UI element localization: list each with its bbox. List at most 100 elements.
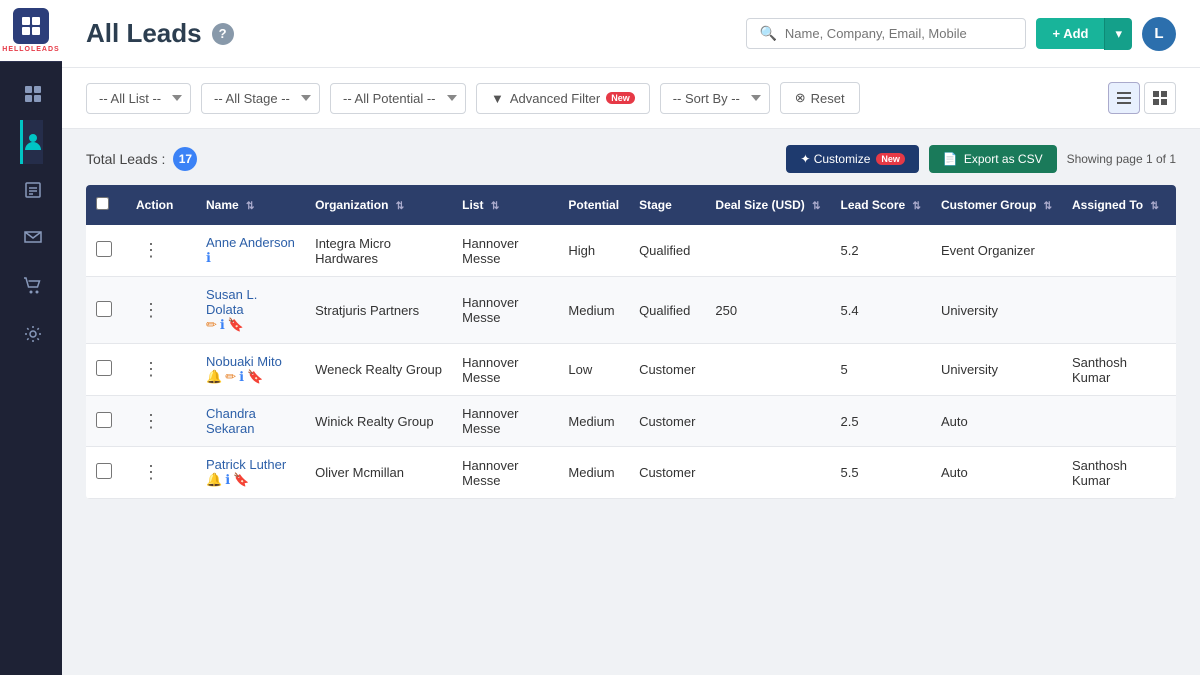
customize-button[interactable]: ✦ Customize New bbox=[786, 145, 919, 173]
row-customer-group: Auto bbox=[931, 447, 1062, 499]
row-customer-group: University bbox=[931, 277, 1062, 344]
row-list: Hannover Messe bbox=[452, 344, 558, 396]
row-stage: Qualified bbox=[629, 277, 705, 344]
search-input[interactable] bbox=[785, 26, 1014, 41]
row-checkbox-cell bbox=[86, 447, 126, 499]
help-icon[interactable]: ? bbox=[212, 23, 234, 45]
row-stage: Qualified bbox=[629, 225, 705, 277]
row-list: Hannover Messe bbox=[452, 396, 558, 447]
select-all-checkbox[interactable] bbox=[96, 197, 109, 210]
row-action-menu[interactable]: ⋮ bbox=[136, 357, 166, 382]
filters-bar: -- All List -- -- All Stage -- -- All Po… bbox=[62, 68, 1200, 129]
sort-by-filter[interactable]: -- Sort By -- bbox=[660, 83, 770, 114]
row-list: Hannover Messe bbox=[452, 277, 558, 344]
list-filter[interactable]: -- All List -- bbox=[86, 83, 191, 114]
table-body: ⋮ Anne Anderson ℹ Integra Micro Hardware… bbox=[86, 225, 1176, 499]
edit-icon: ✏ bbox=[225, 369, 236, 385]
row-lead-icons: 🔔✏ℹ🔖 bbox=[206, 369, 295, 385]
total-leads: Total Leads : 17 bbox=[86, 147, 197, 171]
table-row: ⋮ Susan L. Dolata ✏ℹ🔖 Stratjuris Partner… bbox=[86, 277, 1176, 344]
row-assigned-to: Santhosh Kumar bbox=[1062, 344, 1176, 396]
header-name[interactable]: Name ⇅ bbox=[196, 185, 305, 225]
info-icon: ℹ bbox=[239, 369, 244, 385]
header-lead-score[interactable]: Lead Score ⇅ bbox=[831, 185, 931, 225]
export-csv-button[interactable]: 📄 Export as CSV bbox=[929, 145, 1057, 173]
bell-icon: 🔔 bbox=[206, 472, 222, 488]
row-action-menu[interactable]: ⋮ bbox=[136, 460, 166, 485]
bookmark-icon: 🔖 bbox=[233, 472, 249, 488]
row-name[interactable]: Susan L. Dolata bbox=[206, 287, 295, 317]
search-icon: 🔍 bbox=[759, 25, 776, 42]
header-list[interactable]: List ⇅ bbox=[452, 185, 558, 225]
row-action-menu[interactable]: ⋮ bbox=[136, 298, 166, 323]
info-icon: ℹ bbox=[206, 250, 211, 266]
row-list: Hannover Messe bbox=[452, 225, 558, 277]
row-deal-size bbox=[705, 396, 830, 447]
row-name-cell: Nobuaki Mito 🔔✏ℹ🔖 bbox=[196, 344, 305, 396]
row-checkbox-cell bbox=[86, 396, 126, 447]
header-organization[interactable]: Organization ⇅ bbox=[305, 185, 452, 225]
row-potential: High bbox=[558, 225, 629, 277]
header-assigned-to[interactable]: Assigned To ⇅ bbox=[1062, 185, 1176, 225]
add-button[interactable]: + Add bbox=[1036, 18, 1104, 49]
stage-filter[interactable]: -- All Stage -- bbox=[201, 83, 320, 114]
row-deal-size bbox=[705, 447, 830, 499]
row-action-cell: ⋮ bbox=[126, 396, 196, 447]
row-action-menu[interactable]: ⋮ bbox=[136, 238, 166, 263]
row-checkbox[interactable] bbox=[96, 463, 112, 479]
header-deal-size[interactable]: Deal Size (USD) ⇅ bbox=[705, 185, 830, 225]
list-view-button[interactable] bbox=[1108, 82, 1140, 114]
row-checkbox[interactable] bbox=[96, 301, 112, 317]
header-left: All Leads ? bbox=[86, 18, 234, 49]
sidebar-item-leads[interactable] bbox=[20, 120, 43, 164]
table-row: ⋮ Anne Anderson ℹ Integra Micro Hardware… bbox=[86, 225, 1176, 277]
logo-text: HELLOLEADS bbox=[2, 46, 59, 53]
row-lead-score: 2.5 bbox=[831, 396, 931, 447]
bell-icon: 🔔 bbox=[206, 369, 222, 385]
header-right: 🔍 + Add ▾ L bbox=[746, 17, 1176, 51]
row-lead-icons: ℹ bbox=[206, 250, 295, 266]
grid-view-button[interactable] bbox=[1144, 82, 1176, 114]
sidebar-item-dashboard[interactable] bbox=[20, 72, 43, 116]
row-organization: Oliver Mcmillan bbox=[305, 447, 452, 499]
row-checkbox-cell bbox=[86, 225, 126, 277]
sidebar-item-cart[interactable] bbox=[20, 264, 43, 308]
sidebar-item-messages[interactable] bbox=[20, 216, 43, 260]
row-assigned-to bbox=[1062, 277, 1176, 344]
row-stage: Customer bbox=[629, 396, 705, 447]
header-action: Action bbox=[126, 185, 196, 225]
header-customer-group[interactable]: Customer Group ⇅ bbox=[931, 185, 1062, 225]
row-name-cell: Anne Anderson ℹ bbox=[196, 225, 305, 277]
row-deal-size bbox=[705, 225, 830, 277]
toolbar-right: ✦ Customize New 📄 Export as CSV Showing … bbox=[786, 145, 1176, 173]
row-checkbox[interactable] bbox=[96, 360, 112, 376]
add-button-dropdown[interactable]: ▾ bbox=[1104, 18, 1132, 50]
row-stage: Customer bbox=[629, 344, 705, 396]
table-row: ⋮ Nobuaki Mito 🔔✏ℹ🔖 Weneck Realty Group … bbox=[86, 344, 1176, 396]
logo-icon bbox=[13, 8, 49, 44]
table-header-row: Action Name ⇅ Organization ⇅ List ⇅ Pote… bbox=[86, 185, 1176, 225]
row-name[interactable]: Patrick Luther bbox=[206, 457, 295, 472]
row-checkbox[interactable] bbox=[96, 412, 112, 428]
row-deal-size: 250 bbox=[705, 277, 830, 344]
user-avatar[interactable]: L bbox=[1142, 17, 1176, 51]
sidebar-item-reports[interactable] bbox=[20, 168, 43, 212]
reset-button[interactable]: ⊗ Reset bbox=[780, 82, 860, 114]
row-name[interactable]: Anne Anderson bbox=[206, 235, 295, 250]
row-name[interactable]: Chandra Sekaran bbox=[206, 406, 295, 436]
table-toolbar: Total Leads : 17 ✦ Customize New 📄 Expor… bbox=[86, 145, 1176, 173]
sidebar-item-settings[interactable] bbox=[20, 312, 43, 356]
info-icon: ℹ bbox=[225, 472, 230, 488]
row-action-menu[interactable]: ⋮ bbox=[136, 409, 166, 434]
page-title: All Leads bbox=[86, 18, 202, 49]
row-checkbox[interactable] bbox=[96, 241, 112, 257]
row-lead-icons: ✏ℹ🔖 bbox=[206, 317, 295, 333]
row-name[interactable]: Nobuaki Mito bbox=[206, 354, 295, 369]
advanced-filter-label: Advanced Filter bbox=[510, 91, 600, 106]
header-checkbox-col bbox=[86, 185, 126, 225]
row-assigned-to: Santhosh Kumar bbox=[1062, 447, 1176, 499]
search-box: 🔍 bbox=[746, 18, 1026, 49]
leads-table: Action Name ⇅ Organization ⇅ List ⇅ Pote… bbox=[86, 185, 1176, 499]
potential-filter[interactable]: -- All Potential -- bbox=[330, 83, 466, 114]
advanced-filter-button[interactable]: ▼ Advanced Filter New bbox=[476, 83, 650, 114]
